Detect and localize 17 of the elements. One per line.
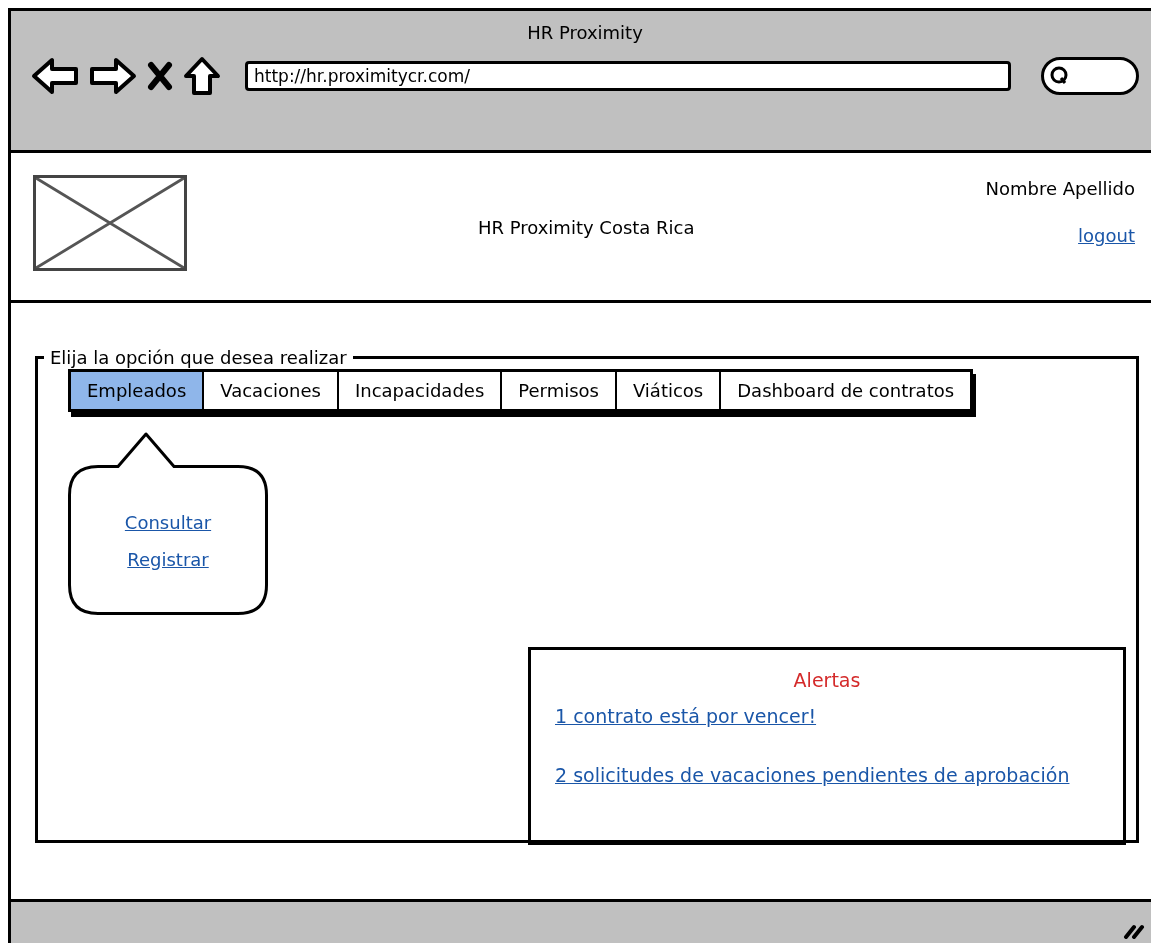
close-icon[interactable] bbox=[147, 61, 173, 91]
submenu-link[interactable]: Registrar bbox=[127, 545, 209, 573]
back-icon[interactable] bbox=[31, 56, 79, 96]
tab[interactable]: Empleados bbox=[71, 371, 205, 409]
search-field[interactable] bbox=[1041, 57, 1139, 95]
search-icon bbox=[1050, 65, 1070, 87]
home-icon[interactable] bbox=[183, 56, 221, 96]
site-title: HR Proximity Costa Rica bbox=[476, 216, 696, 240]
logout-link[interactable]: logout bbox=[1078, 222, 1135, 249]
submenu-link[interactable]: Consultar bbox=[124, 508, 212, 536]
user-name: Nombre Apellido bbox=[985, 177, 1135, 201]
window-title: HR Proximity bbox=[526, 21, 644, 45]
alert-link[interactable]: 2 solicitudes de vacaciones pendientes de aprobación bbox=[555, 763, 1070, 786]
alert-link[interactable]: 1 contrato está por vencer! bbox=[555, 705, 817, 728]
address-field[interactable]: http://hr.proximitycr.com/ bbox=[245, 61, 1011, 91]
alerts-title: Alertas bbox=[792, 667, 862, 693]
forward-icon[interactable] bbox=[89, 56, 137, 96]
